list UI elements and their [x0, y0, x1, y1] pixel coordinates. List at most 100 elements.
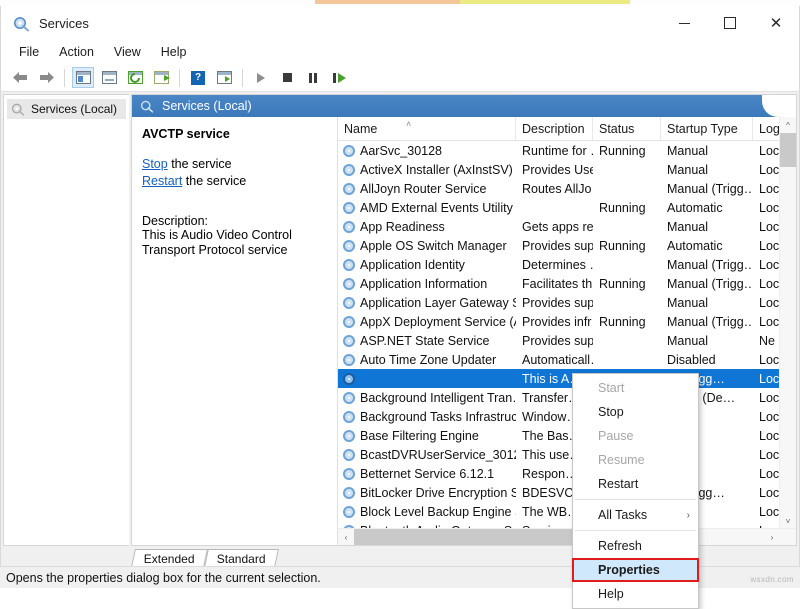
- table-row[interactable]: Application Layer Gateway S…Provides sup…: [338, 293, 796, 312]
- table-row[interactable]: BitLocker Drive Encryption S…BDESVC…al (…: [338, 483, 796, 502]
- horizontal-scroll-thumb[interactable]: [354, 529, 604, 545]
- results-pane-title: Services (Local): [162, 99, 252, 113]
- table-row[interactable]: Block Level Backup Engine S…The WB…alLoc: [338, 502, 796, 521]
- service-name-text: ASP.NET State Service: [360, 334, 489, 348]
- refresh-icon[interactable]: [124, 67, 146, 88]
- table-row[interactable]: Background Intelligent Tran…Transfer……at…: [338, 388, 796, 407]
- service-gear-icon: [342, 258, 356, 272]
- menu-item-pause: Pause: [573, 424, 698, 448]
- table-row[interactable]: AMD External Events UtilityRunningAutoma…: [338, 198, 796, 217]
- table-row[interactable]: AllJoyn Router ServiceRoutes AllJo…Manua…: [338, 179, 796, 198]
- menu-item-all-tasks[interactable]: All Tasks›: [573, 503, 698, 527]
- cell-startup-type: Manual (Trigg…: [661, 258, 753, 272]
- stop-service-link[interactable]: Stop: [142, 157, 168, 171]
- restart-service-link[interactable]: Restart: [142, 174, 182, 188]
- service-gear-icon: [342, 353, 356, 367]
- back-icon[interactable]: [9, 67, 31, 88]
- menu-item-properties[interactable]: Properties: [573, 558, 698, 582]
- cell-name: Application Information: [338, 277, 516, 291]
- window-title: Services: [39, 16, 89, 31]
- cell-description: Routes AllJo…: [516, 182, 593, 196]
- scroll-right-icon[interactable]: ›: [764, 529, 780, 545]
- cell-name: AMD External Events Utility: [338, 201, 516, 215]
- table-row[interactable]: Application IdentityDetermines …Manual (…: [338, 255, 796, 274]
- vertical-scroll-thumb[interactable]: [780, 133, 796, 167]
- selected-service-title: AVCTP service: [142, 127, 327, 141]
- column-header-status[interactable]: Status: [593, 117, 661, 140]
- status-bar-text: Opens the properties dialog box for the …: [6, 571, 321, 585]
- cell-status: Running: [593, 201, 661, 215]
- menu-separator: [575, 499, 696, 500]
- table-row[interactable]: Apple OS Switch ManagerProvides sup…Runn…: [338, 236, 796, 255]
- menu-item-refresh[interactable]: Refresh: [573, 534, 698, 558]
- column-header-description[interactable]: Description: [516, 117, 593, 140]
- service-name-text: Application Information: [360, 277, 487, 291]
- scroll-up-icon[interactable]: ^: [780, 117, 796, 133]
- menu-file[interactable]: File: [9, 42, 49, 62]
- cell-status: Running: [593, 277, 661, 291]
- tab-extended[interactable]: Extended: [131, 549, 208, 567]
- list-column-headers: Name ˄ Description Status Startup Type L…: [338, 117, 796, 141]
- menu-item-resume: Resume: [573, 448, 698, 472]
- table-row[interactable]: Base Filtering EngineThe Bas……aticLoc: [338, 426, 796, 445]
- table-row[interactable]: Application InformationFacilitates th…Ru…: [338, 274, 796, 293]
- services-window: Services ✕ File Action View Help: [0, 6, 800, 588]
- menu-view[interactable]: View: [104, 42, 151, 62]
- table-row[interactable]: Background Tasks Infrastruc…Window……atic…: [338, 407, 796, 426]
- close-button[interactable]: ✕: [753, 6, 799, 40]
- service-gear-icon: [342, 429, 356, 443]
- table-row[interactable]: Betternet Service 6.12.1Respon…alLoc: [338, 464, 796, 483]
- column-header-name[interactable]: Name ˄: [338, 117, 516, 140]
- cell-name: [338, 372, 516, 386]
- service-name-text: AarSvc_30128: [360, 144, 442, 158]
- vertical-scrollbar[interactable]: ^ ˅: [779, 117, 796, 529]
- scroll-left-icon[interactable]: ‹: [338, 529, 354, 545]
- table-row[interactable]: This is A…al (Trigg…Loc: [338, 369, 796, 388]
- title-bar: Services ✕: [1, 6, 799, 40]
- show-hide-action-pane-icon[interactable]: [213, 67, 235, 88]
- table-row[interactable]: Auto Time Zone UpdaterAutomaticall…Disab…: [338, 350, 796, 369]
- column-header-startup-type[interactable]: Startup Type: [661, 117, 753, 140]
- cell-name: Base Filtering Engine: [338, 429, 516, 443]
- service-gear-icon: [342, 315, 356, 329]
- forward-icon[interactable]: [35, 67, 57, 88]
- minimize-button[interactable]: [661, 6, 707, 40]
- table-row[interactable]: ActiveX Installer (AxInstSV)Provides Use…: [338, 160, 796, 179]
- menu-help[interactable]: Help: [151, 42, 197, 62]
- service-name-text: BcastDVRUserService_30128: [360, 448, 516, 462]
- service-gear-icon: [342, 372, 356, 386]
- table-row[interactable]: AarSvc_30128Runtime for …RunningManualLo…: [338, 141, 796, 160]
- menu-item-stop[interactable]: Stop: [573, 400, 698, 424]
- start-service-icon[interactable]: [250, 67, 272, 88]
- menu-bar: File Action View Help: [1, 40, 799, 64]
- export-list-icon[interactable]: [150, 67, 172, 88]
- table-row[interactable]: ASP.NET State ServiceProvides sup…Manual…: [338, 331, 796, 350]
- maximize-button[interactable]: [707, 6, 753, 40]
- services-window-screenshot: Services ✕ File Action View Help: [0, 0, 800, 588]
- help-icon[interactable]: ?: [187, 67, 209, 88]
- table-row[interactable]: App ReadinessGets apps re…ManualLoc: [338, 217, 796, 236]
- table-row[interactable]: AppX Deployment Service (A…Provides infr…: [338, 312, 796, 331]
- toolbar-separator-2: [179, 69, 180, 87]
- services-list: Name ˄ Description Status Startup Type L…: [338, 117, 796, 545]
- show-hide-console-tree-icon[interactable]: [72, 67, 94, 88]
- service-gear-icon: [342, 163, 356, 177]
- scroll-down-icon[interactable]: ˅: [780, 513, 796, 529]
- menu-item-restart[interactable]: Restart: [573, 472, 698, 496]
- cell-name: BcastDVRUserService_30128: [338, 448, 516, 462]
- horizontal-scrollbar[interactable]: ‹ ›: [338, 528, 796, 545]
- highlight-annotation-box: [572, 558, 699, 582]
- tab-standard[interactable]: Standard: [204, 549, 279, 567]
- menu-item-help[interactable]: Help: [573, 582, 698, 606]
- menu-separator: [575, 530, 696, 531]
- restart-service-icon[interactable]: [328, 67, 350, 88]
- properties-icon[interactable]: [98, 67, 120, 88]
- cell-description: Provides sup…: [516, 334, 593, 348]
- table-row[interactable]: BcastDVRUserService_30128This use…alLoc: [338, 445, 796, 464]
- menu-action[interactable]: Action: [49, 42, 104, 62]
- tree-item-services-local[interactable]: Services (Local): [7, 99, 126, 119]
- pause-service-icon[interactable]: [302, 67, 324, 88]
- stop-service-icon[interactable]: [276, 67, 298, 88]
- service-gear-icon: [342, 448, 356, 462]
- list-rows: AarSvc_30128Runtime for …RunningManualLo…: [338, 141, 796, 545]
